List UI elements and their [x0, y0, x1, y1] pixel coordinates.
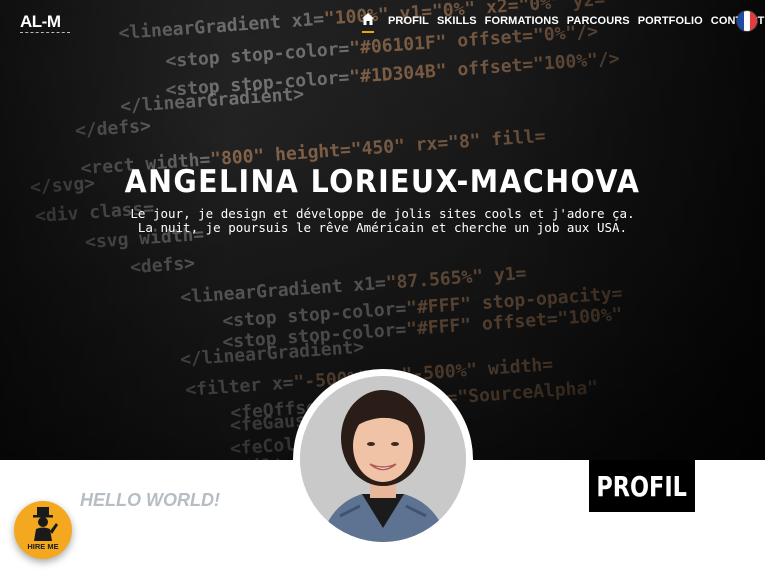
hello-heading: HELLO WORLD! — [80, 490, 220, 510]
nav-skills[interactable]: SKILLS — [437, 15, 477, 27]
nav-profil[interactable]: PROFIL — [388, 15, 429, 27]
hero-title: ANGELINA LORIEUX-MACHOVA — [124, 164, 641, 200]
avatar — [293, 369, 473, 549]
french-flag-icon[interactable] — [737, 11, 757, 31]
nav-formations[interactable]: FORMATIONS — [485, 15, 559, 27]
hire-me-button[interactable]: HIRE ME — [14, 501, 72, 559]
hero-tagline-line2: La nuit, je poursuis le rêve Américain e… — [137, 220, 628, 235]
hire-me-label: HIRE ME — [27, 542, 59, 551]
home-icon[interactable] — [362, 13, 376, 33]
site-logo[interactable]: AL-M — [20, 12, 70, 33]
profile-photo — [300, 376, 466, 542]
hero-tagline-line1: Le jour, je design et développe de jolis… — [130, 206, 635, 221]
nav-parcours[interactable]: PARCOURS — [567, 15, 630, 27]
nav-portfolio[interactable]: PORTFOLIO — [638, 15, 703, 27]
section-title-profil: PROFIL — [589, 460, 695, 512]
logo-text: AL-M — [20, 12, 61, 31]
main-nav: PROFIL SKILLS FORMATIONS PARCOURS PORTFO… — [362, 13, 765, 33]
